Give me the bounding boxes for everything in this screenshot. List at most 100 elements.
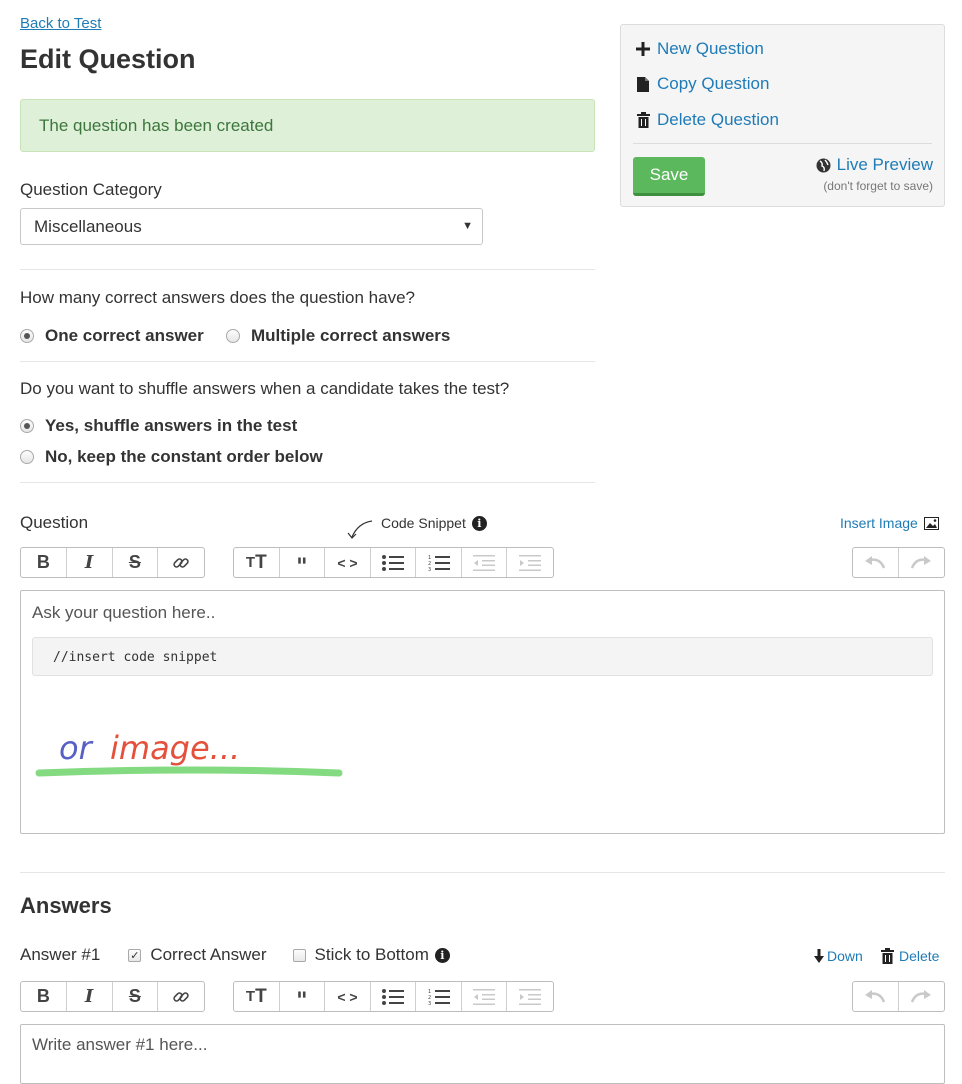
answer-editor[interactable]: Write answer #1 here... [20,1024,945,1084]
stick-to-bottom-checkbox-wrapper[interactable]: Stick to Bottom i [292,945,450,965]
answers-title: Answers [20,893,112,918]
stick-to-bottom-checkbox[interactable] [292,948,306,962]
radio-label-shuffle-yes: Yes, shuffle answers in the test [45,416,298,435]
copy-question-link[interactable]: Copy Question [635,74,769,94]
divider [633,143,932,144]
link-icon[interactable] [158,548,204,577]
numbered-list-icon[interactable]: 123 [416,548,462,577]
insert-image-link[interactable]: Insert Image [840,515,939,531]
answer-placeholder: Write answer #1 here... [32,1035,208,1054]
svg-text:3: 3 [428,567,431,572]
new-question-label: New Question [657,39,764,58]
correct-answer-checkbox[interactable]: ✓ [128,948,142,962]
image-placeholder-hint: or image... [33,727,363,787]
indent-icon[interactable] [507,548,553,577]
quote-icon[interactable]: " [280,548,326,578]
save-hint: (don't forget to save) [823,179,933,193]
success-alert: The question has been created [20,99,595,152]
radio-label-multiple-correct: Multiple correct answers [251,326,451,345]
move-down-link[interactable]: Down [814,948,863,964]
image-icon [923,516,939,530]
svg-text:3: 3 [428,1001,431,1006]
correct-answer-checkbox-wrapper[interactable]: ✓ Correct Answer [128,945,267,965]
radio-multiple-correct[interactable]: Multiple correct answers [226,326,450,346]
bold-icon[interactable]: B [21,548,67,577]
divider [20,482,595,483]
stick-to-bottom-label: Stick to Bottom [314,945,429,964]
code-icon[interactable]: < > [325,548,371,577]
outdent-icon[interactable] [462,548,508,577]
radio-shuffle-no[interactable]: No, keep the constant order below [20,447,323,467]
globe-icon [816,158,831,173]
category-selected-value: Miscellaneous [34,217,142,236]
quote-icon[interactable]: " [280,982,326,1012]
copy-question-label: Copy Question [657,74,770,93]
bullet-list-icon[interactable] [371,982,417,1011]
block-toolbar: TT " < > 123 [233,547,554,578]
question-editor[interactable]: Ask your question here.. //insert code s… [20,590,945,834]
text-size-icon[interactable]: TT [234,982,280,1011]
indent-icon[interactable] [507,982,553,1011]
new-question-link[interactable]: New Question [635,39,764,59]
radio-button-checked[interactable] [20,329,34,343]
bold-icon[interactable]: B [21,982,67,1011]
back-to-test-link[interactable]: Back to Test [20,15,101,32]
code-snippet-hint: Code Snippet i [381,515,487,531]
plus-icon [635,42,651,56]
question-placeholder: Ask your question here.. [32,603,216,622]
redo-icon[interactable] [899,982,945,1011]
radio-shuffle-yes[interactable]: Yes, shuffle answers in the test [20,416,297,436]
code-icon[interactable]: < > [325,982,371,1011]
outdent-icon[interactable] [462,982,508,1011]
strikethrough-icon[interactable]: S [113,982,159,1011]
answer-history-toolbar [852,981,945,1012]
shuffle-question: Do you want to shuffle answers when a ca… [20,379,510,398]
divider [20,872,945,873]
arrow-down-icon [814,949,824,963]
delete-answer-link[interactable]: Delete [881,948,939,964]
category-label: Question Category [20,180,162,199]
insert-image-label: Insert Image [840,515,918,531]
image-hint-word-image: image... [110,729,241,767]
link-icon[interactable] [158,982,204,1011]
image-hint-word-or: or [59,729,92,767]
chevron-down-icon: ▼ [462,220,473,232]
code-snippet-hint-label: Code Snippet [381,515,466,531]
bullet-list-icon[interactable] [371,548,417,577]
trash-icon [635,112,651,128]
live-preview-link[interactable]: Live Preview [816,155,933,175]
radio-button[interactable] [226,329,240,343]
info-icon[interactable]: i [434,947,450,963]
strikethrough-icon[interactable]: S [113,548,159,577]
category-select[interactable]: Miscellaneous ▼ [20,208,483,245]
answer-label: Answer #1 [20,945,101,964]
arrow-pointer-icon [346,519,374,546]
radio-label-shuffle-no: No, keep the constant order below [45,447,323,466]
divider [20,269,595,270]
question-label: Question [20,513,89,532]
code-snippet-block[interactable]: //insert code snippet [32,637,933,676]
delete-question-link[interactable]: Delete Question [635,110,779,130]
live-preview-label: Live Preview [836,155,933,174]
undo-icon[interactable] [853,982,899,1011]
radio-button-checked[interactable] [20,419,34,433]
answer-1-header: Answer #1 ✓ Correct Answer Stick to Bott… [20,945,450,965]
delete-answer-label: Delete [899,948,940,964]
radio-one-correct[interactable]: One correct answer [20,326,204,346]
redo-icon[interactable] [899,548,945,577]
correct-answer-label: Correct Answer [150,945,267,964]
radio-label-one-correct: One correct answer [45,326,204,345]
numbered-list-icon[interactable]: 123 [416,982,462,1011]
divider [20,361,595,362]
italic-icon[interactable]: I [67,548,113,577]
italic-icon[interactable]: I [67,982,113,1011]
format-toolbar: B I S [20,547,205,578]
undo-icon[interactable] [853,548,899,577]
radio-button[interactable] [20,450,34,464]
answer-block-toolbar: TT " < > 123 [233,981,554,1012]
info-icon[interactable]: i [471,515,487,531]
question-actions-panel: New Question Copy Question Delete Questi… [620,24,945,207]
text-size-icon[interactable]: TT [234,548,280,577]
save-button[interactable]: Save [633,157,705,196]
history-toolbar [852,547,945,578]
